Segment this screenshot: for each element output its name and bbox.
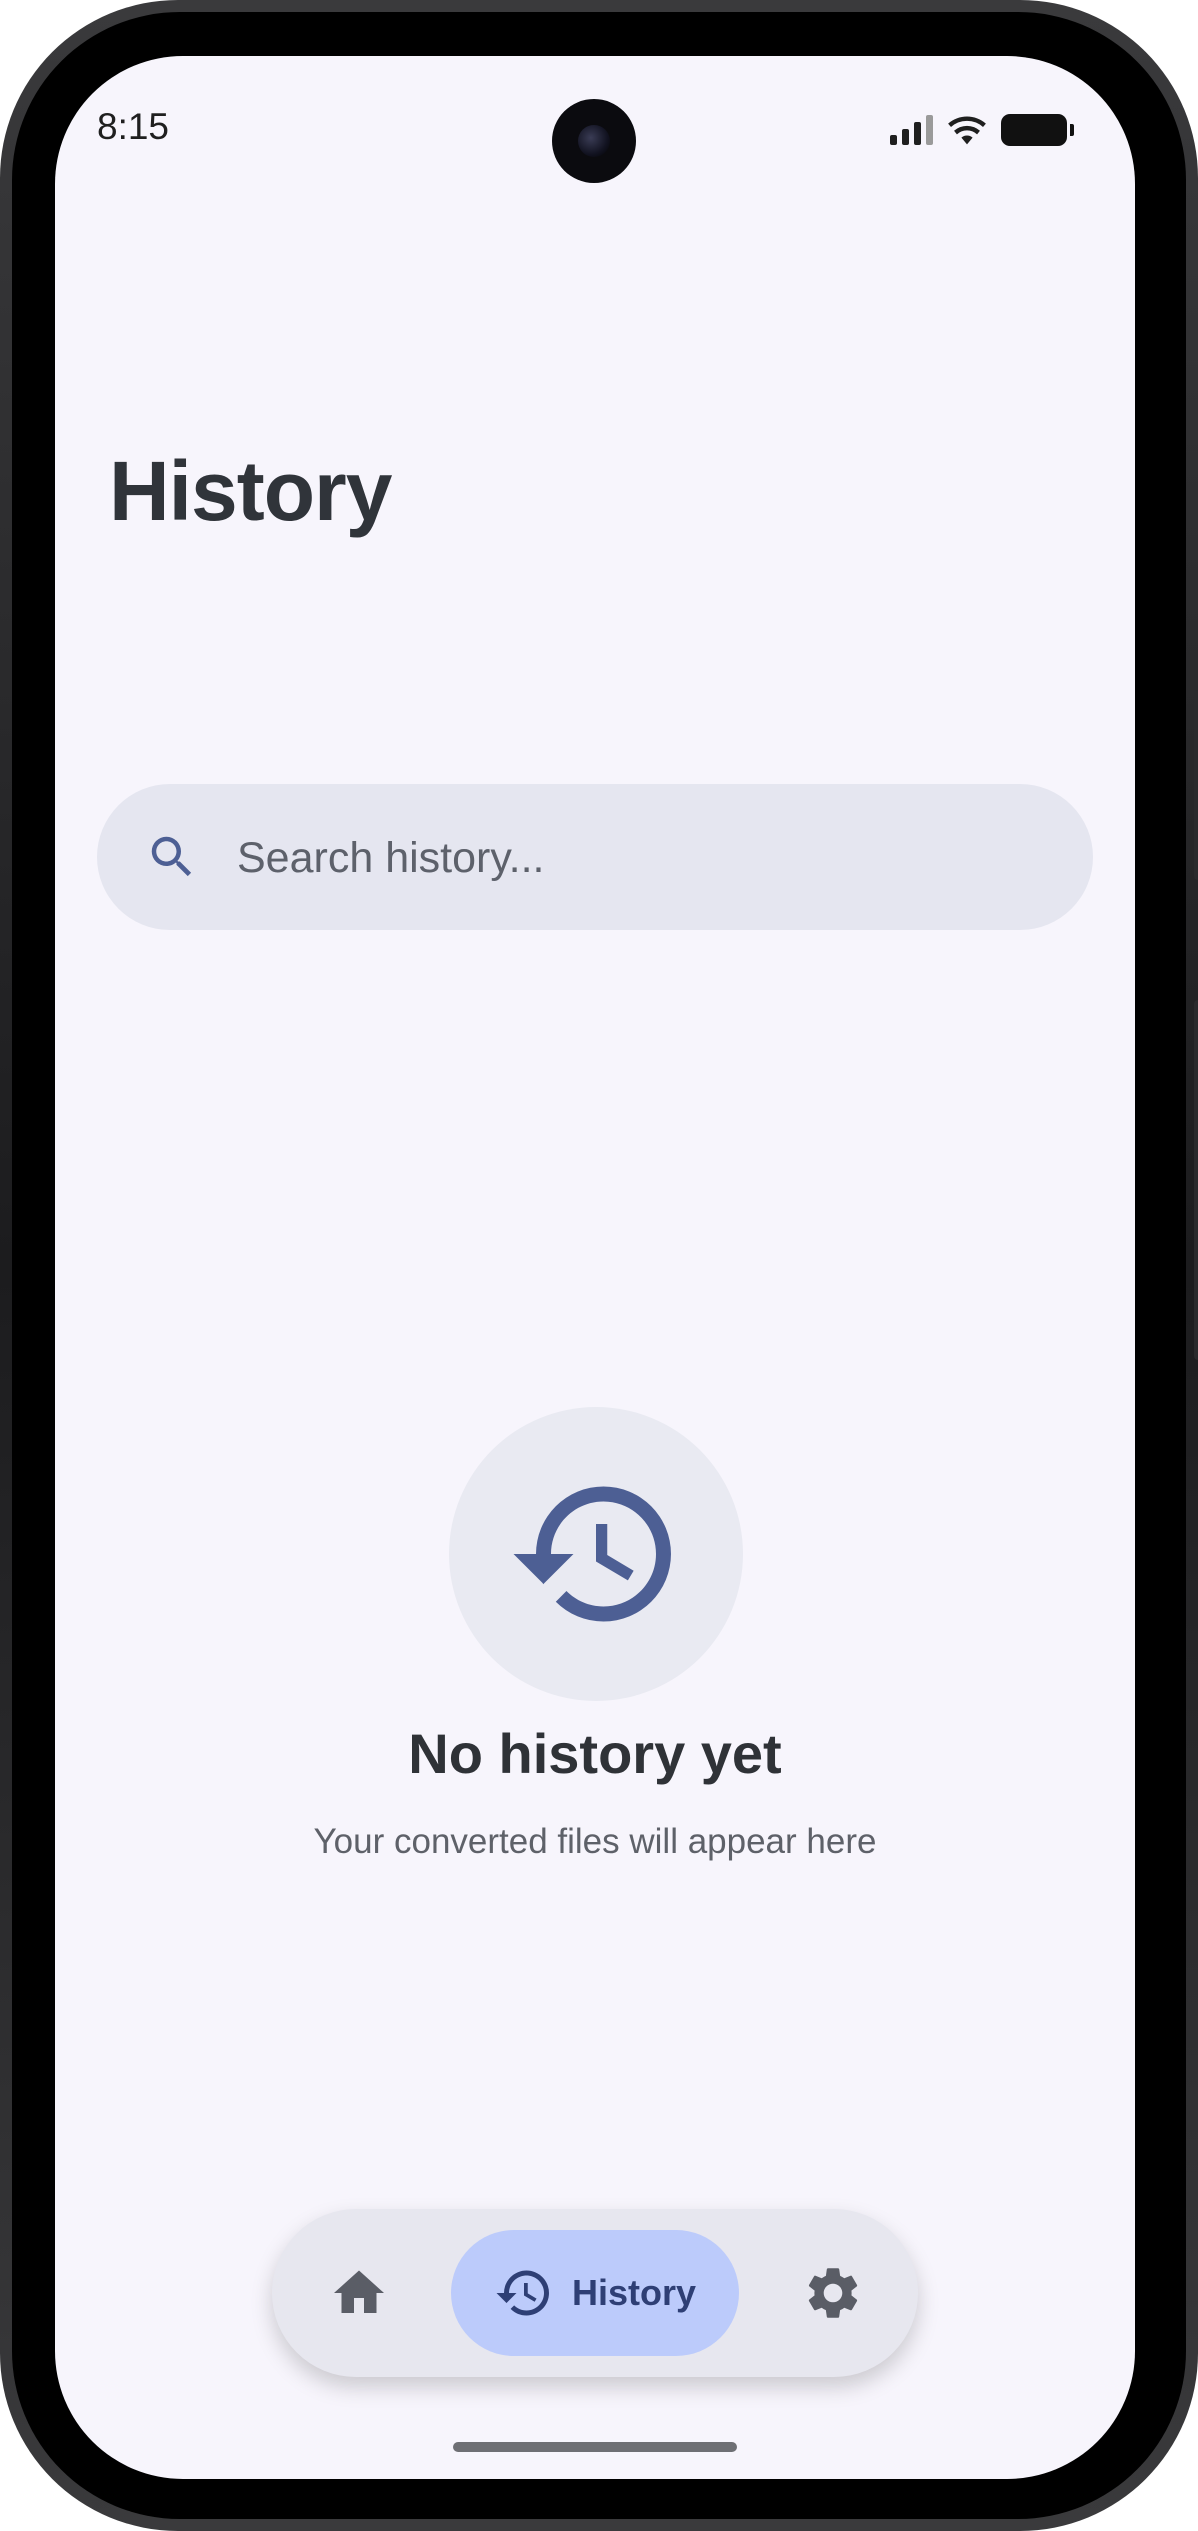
search-bar[interactable] (97, 784, 1093, 932)
front-camera (552, 99, 636, 183)
nav-history-button[interactable]: History (451, 2230, 739, 2356)
nav-history-label: History (571, 2272, 697, 2313)
status-icons (890, 112, 1074, 148)
status-time: 8:15 (97, 106, 170, 147)
history-icon (496, 2270, 549, 2316)
empty-state-title: No history yet (408, 1722, 782, 1785)
app-screen: 8:15 History Search history... No histor… (55, 56, 1135, 2479)
search-icon (151, 836, 192, 877)
home-indicator[interactable] (453, 2442, 737, 2452)
home-icon (334, 2270, 384, 2313)
page-title: History (109, 444, 392, 538)
empty-state-subtitle: Your converted files will appear here (313, 1822, 877, 1861)
volume-button (1194, 690, 1198, 880)
power-button (1194, 1000, 1198, 1360)
status-bar: 8:15 (55, 56, 1135, 196)
nav-home-button[interactable] (318, 2252, 400, 2334)
bottom-navigation: History (272, 2209, 918, 2377)
signal-icon (890, 115, 933, 145)
wifi-icon (948, 116, 986, 145)
search-input[interactable] (235, 784, 1059, 932)
gear-icon (808, 2268, 858, 2318)
battery-icon (1001, 114, 1074, 146)
phone-frame: 8:15 History Search history... No histor… (0, 0, 1198, 2531)
empty-state-icon-circle (449, 1407, 743, 1701)
history-icon (513, 1486, 671, 1622)
nav-settings-button[interactable] (792, 2252, 874, 2334)
